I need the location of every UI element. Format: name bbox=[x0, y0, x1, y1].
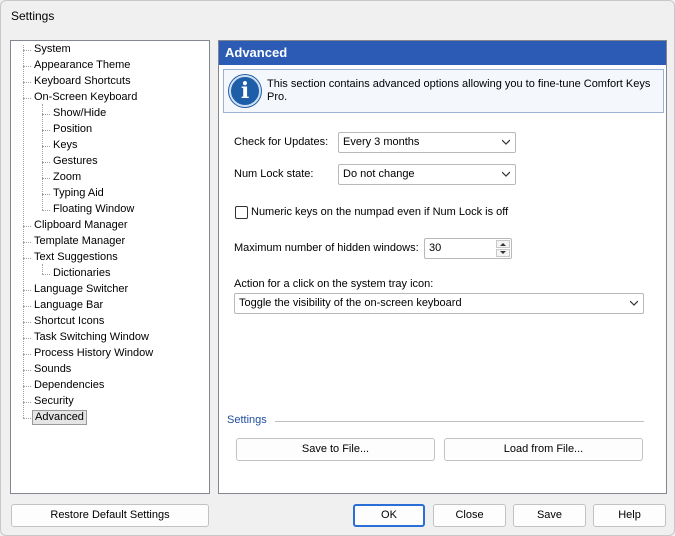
check-updates-dropdown[interactable]: Every 3 months bbox=[338, 132, 516, 153]
tree-line bbox=[42, 194, 50, 195]
tree-item-task-switching-window[interactable]: Task Switching Window bbox=[32, 330, 151, 345]
tree-item-on-screen-keyboard[interactable]: On-Screen Keyboard bbox=[32, 90, 139, 105]
ok-button[interactable]: OK bbox=[353, 504, 425, 527]
tree-line bbox=[23, 50, 31, 51]
caret-up-icon bbox=[500, 243, 506, 246]
max-hidden-spinbox[interactable]: 30 bbox=[424, 238, 512, 259]
help-button[interactable]: Help bbox=[593, 504, 666, 527]
tree-line bbox=[23, 322, 31, 323]
info-icon: i bbox=[229, 75, 261, 107]
spin-down-button[interactable] bbox=[496, 249, 510, 257]
tree-line bbox=[23, 290, 31, 291]
info-box: i This section contains advanced options… bbox=[223, 69, 664, 113]
close-button[interactable]: Close bbox=[433, 504, 506, 527]
tree-item-show-hide[interactable]: Show/Hide bbox=[51, 106, 108, 121]
tree-item-position[interactable]: Position bbox=[51, 122, 94, 137]
tree-item-language-switcher[interactable]: Language Switcher bbox=[32, 282, 130, 297]
tree-item-system[interactable]: System bbox=[32, 42, 73, 57]
window-title: Settings bbox=[11, 9, 55, 23]
tree-item-dependencies[interactable]: Dependencies bbox=[32, 378, 106, 393]
tree-line bbox=[42, 274, 50, 275]
tree-item-gestures[interactable]: Gestures bbox=[51, 154, 100, 169]
tree-item-zoom[interactable]: Zoom bbox=[51, 170, 83, 185]
tree-line bbox=[23, 402, 31, 403]
chevron-down-icon bbox=[630, 300, 638, 306]
tree-line bbox=[42, 114, 50, 115]
spin-up-button[interactable] bbox=[496, 240, 510, 248]
check-updates-label: Check for Updates: bbox=[234, 136, 329, 148]
tree-item-language-bar[interactable]: Language Bar bbox=[32, 298, 105, 313]
tree-line bbox=[23, 82, 31, 83]
num-lock-value: Do not change bbox=[343, 168, 415, 180]
advanced-panel: Advanced i This section contains advance… bbox=[218, 40, 667, 494]
tray-action-label: Action for a click on the system tray ic… bbox=[234, 278, 434, 290]
tree-line bbox=[23, 306, 31, 307]
tree-line bbox=[42, 178, 50, 179]
tree-line bbox=[23, 98, 31, 99]
num-lock-label: Num Lock state: bbox=[234, 168, 314, 180]
caret-down-icon bbox=[500, 251, 506, 254]
max-hidden-value: 30 bbox=[429, 242, 442, 254]
tree-line bbox=[23, 226, 31, 227]
tray-action-value: Toggle the visibility of the on-screen k… bbox=[239, 297, 462, 309]
chevron-down-icon bbox=[502, 139, 510, 145]
save-to-file-button[interactable]: Save to File... bbox=[236, 438, 435, 461]
tree-line bbox=[23, 338, 31, 339]
tree-line bbox=[42, 162, 50, 163]
max-hidden-label: Maximum number of hidden windows: bbox=[234, 242, 419, 254]
save-button[interactable]: Save bbox=[513, 504, 586, 527]
tree-line bbox=[23, 242, 31, 243]
check-updates-value: Every 3 months bbox=[343, 136, 420, 148]
tree-line bbox=[23, 45, 24, 418]
tree-line bbox=[23, 418, 31, 419]
tree-item-security[interactable]: Security bbox=[32, 394, 76, 409]
tree-line bbox=[42, 130, 50, 131]
tree-item-keys[interactable]: Keys bbox=[51, 138, 79, 153]
tree-line bbox=[42, 146, 50, 147]
panel-header: Advanced bbox=[219, 41, 666, 65]
load-from-file-button[interactable]: Load from File... bbox=[444, 438, 643, 461]
tree-item-sounds[interactable]: Sounds bbox=[32, 362, 73, 377]
settings-tree[interactable]: System Appearance Theme Keyboard Shortcuts… bbox=[10, 40, 210, 494]
tree-line bbox=[23, 66, 31, 67]
numeric-keys-label[interactable]: Numeric keys on the numpad even if Num L… bbox=[251, 206, 508, 218]
tree-item-advanced[interactable]: Advanced bbox=[32, 410, 87, 425]
tree-item-appearance-theme[interactable]: Appearance Theme bbox=[32, 58, 132, 73]
tree-item-process-history-window[interactable]: Process History Window bbox=[32, 346, 155, 361]
spin-buttons bbox=[496, 240, 510, 257]
tree-item-typing-aid[interactable]: Typing Aid bbox=[51, 186, 106, 201]
tree-item-shortcut-icons[interactable]: Shortcut Icons bbox=[32, 314, 106, 329]
restore-defaults-button[interactable]: Restore Default Settings bbox=[11, 504, 209, 527]
chevron-down-icon bbox=[502, 171, 510, 177]
tree-item-template-manager[interactable]: Template Manager bbox=[32, 234, 127, 249]
tree-item-text-suggestions[interactable]: Text Suggestions bbox=[32, 250, 120, 265]
tree-line bbox=[23, 258, 31, 259]
num-lock-dropdown[interactable]: Do not change bbox=[338, 164, 516, 185]
numeric-keys-checkbox[interactable] bbox=[235, 206, 248, 219]
tree-line bbox=[23, 354, 31, 355]
info-text: This section contains advanced options a… bbox=[267, 78, 651, 103]
settings-group-label: Settings bbox=[227, 414, 267, 426]
tree-item-clipboard-manager[interactable]: Clipboard Manager bbox=[32, 218, 130, 233]
tree-line bbox=[23, 370, 31, 371]
tray-action-dropdown[interactable]: Toggle the visibility of the on-screen k… bbox=[234, 293, 644, 314]
tree-line bbox=[23, 386, 31, 387]
tree-line bbox=[42, 264, 43, 274]
group-divider bbox=[275, 421, 644, 422]
settings-window: Settings System Appearance Theme Keyboard … bbox=[0, 0, 675, 536]
tree-item-keyboard-shortcuts[interactable]: Keyboard Shortcuts bbox=[32, 74, 133, 89]
tree-item-dictionaries[interactable]: Dictionaries bbox=[51, 266, 112, 281]
tree-line bbox=[42, 210, 50, 211]
tree-item-floating-window[interactable]: Floating Window bbox=[51, 202, 136, 217]
